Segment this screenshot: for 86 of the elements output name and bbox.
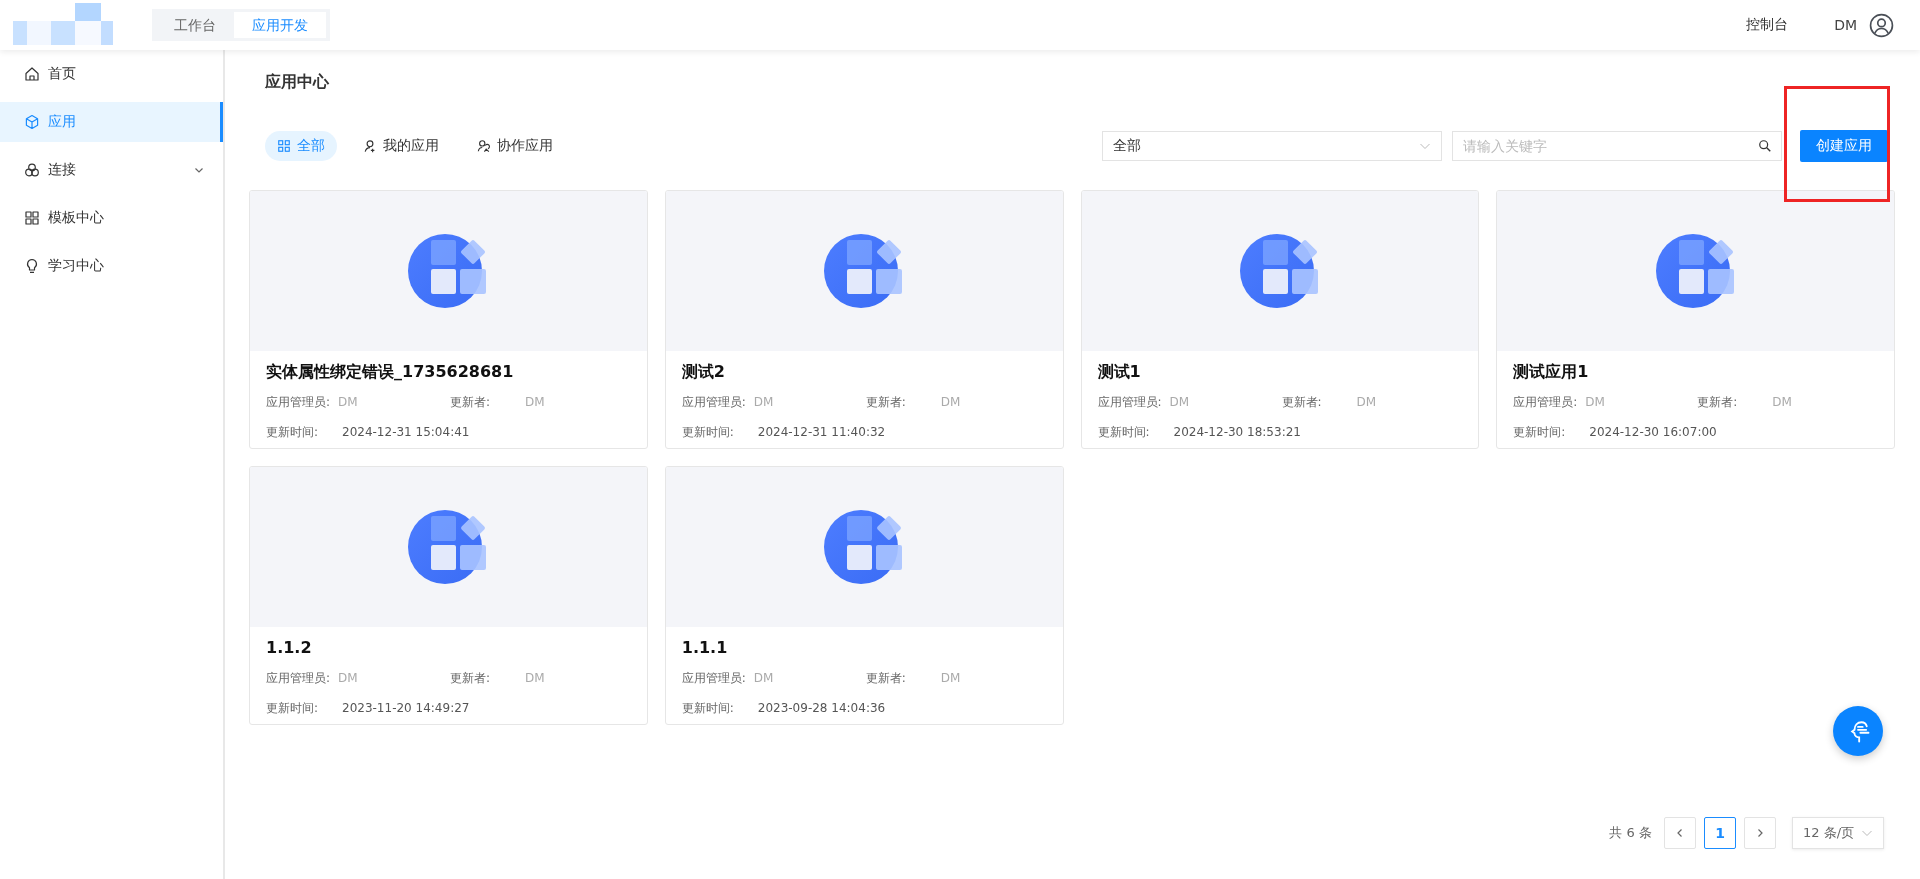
home-icon bbox=[24, 66, 40, 82]
meta-label: 更新者: bbox=[1697, 394, 1739, 411]
meta-label: 更新者: bbox=[865, 670, 907, 687]
update-time: 2023-09-28 14:04:36 bbox=[757, 700, 886, 717]
admin-name: DM bbox=[338, 394, 359, 411]
meta-label: 更新者: bbox=[1281, 394, 1323, 411]
link-rings-icon bbox=[24, 162, 40, 178]
page-size-select[interactable]: 12 条/页 bbox=[1792, 817, 1884, 849]
grid-icon bbox=[24, 210, 40, 226]
sidebar-item-label: 首页 bbox=[48, 65, 76, 83]
sidebar-item-label: 应用 bbox=[48, 113, 76, 131]
meta-label: 更新时间: bbox=[1097, 424, 1151, 441]
total-count: 共 6 条 bbox=[1609, 824, 1652, 842]
updater-name: DM bbox=[1772, 394, 1793, 411]
admin-name: DM bbox=[753, 670, 775, 687]
meta-label: 应用管理员: bbox=[1513, 394, 1579, 411]
meta-label: 更新时间: bbox=[266, 424, 320, 441]
create-app-button[interactable]: 创建应用 bbox=[1800, 130, 1888, 162]
updater-name: DM bbox=[940, 394, 962, 411]
updater-name: DM bbox=[1356, 394, 1378, 411]
meta-label: 应用管理员: bbox=[1097, 394, 1163, 411]
filter-tab[interactable]: 我的应用 bbox=[351, 131, 451, 161]
app-name: 实体属性绑定错误_1735628681 bbox=[266, 361, 515, 383]
admin-name: DM bbox=[1169, 394, 1191, 411]
admin-name: DM bbox=[1585, 394, 1606, 411]
app-icon bbox=[1239, 231, 1320, 311]
update-time: 2024-12-31 15:04:41 bbox=[342, 424, 470, 441]
sidebar-item[interactable]: 模板中心 bbox=[0, 194, 223, 242]
meta-label: 应用管理员: bbox=[266, 394, 332, 411]
app-name: 测试2 bbox=[681, 361, 726, 383]
update-time: 2023-11-20 14:49:27 bbox=[342, 700, 470, 717]
assistant-button[interactable] bbox=[1833, 706, 1883, 756]
search-icon[interactable] bbox=[1758, 139, 1772, 153]
sidebar-item-label: 模板中心 bbox=[48, 209, 104, 227]
nav-tab[interactable]: 工作台 bbox=[156, 12, 234, 38]
app-name: 1.1.1 bbox=[681, 637, 729, 659]
sidebar-item[interactable]: 学习中心 bbox=[0, 242, 223, 290]
lightbulb-icon bbox=[24, 258, 40, 274]
app-card[interactable]: 测试应用1 应用管理员: DM 更新者: DM 更新时间: 2024-12-30 16:07:00 bbox=[1496, 190, 1895, 449]
app-icon bbox=[1655, 231, 1736, 311]
update-time: 2024-12-30 16:07:00 bbox=[1589, 424, 1717, 441]
nav-tab[interactable]: 应用开发 bbox=[234, 12, 326, 38]
meta-label: 更新时间: bbox=[681, 700, 735, 717]
meta-label: 更新者: bbox=[865, 394, 907, 411]
app-icon bbox=[408, 507, 489, 587]
app-name: 1.1.2 bbox=[266, 637, 313, 659]
person-icon bbox=[363, 139, 377, 153]
update-time: 2024-12-31 11:40:32 bbox=[757, 424, 886, 441]
app-icon bbox=[824, 507, 905, 587]
grid-icon bbox=[277, 139, 291, 153]
type-select[interactable]: 全部 bbox=[1102, 131, 1442, 161]
user-avatar-icon[interactable] bbox=[1869, 12, 1894, 38]
app-card[interactable]: 实体属性绑定错误_1735628681 应用管理员: DM 更新者: DM 更新时间: 2024-12-31 15:04:41 bbox=[249, 190, 648, 449]
cube-icon bbox=[24, 114, 40, 130]
app-name: 测试应用1 bbox=[1513, 361, 1590, 383]
sidebar-item-label: 连接 bbox=[48, 161, 76, 179]
page-title: 应用中心 bbox=[265, 72, 330, 92]
meta-label: 更新者: bbox=[450, 670, 492, 687]
app-icon bbox=[408, 231, 489, 311]
meta-label: 应用管理员: bbox=[681, 394, 747, 411]
app-icon bbox=[824, 231, 905, 311]
updater-name: DM bbox=[525, 394, 546, 411]
app-card[interactable]: 1.1.1 应用管理员: DM 更新者: DM 更新时间: 2023-09-28 14:04:36 bbox=[664, 466, 1064, 725]
sidebar-item[interactable]: 连接 bbox=[0, 146, 223, 194]
meta-label: 更新时间: bbox=[266, 700, 320, 717]
meta-label: 更新者: bbox=[450, 394, 492, 411]
update-time: 2024-12-30 18:53:21 bbox=[1173, 424, 1301, 441]
meta-label: 应用管理员: bbox=[681, 670, 747, 687]
app-card[interactable]: 1.1.2 应用管理员: DM 更新者: DM 更新时间: 2023-11-20 14:49:27 bbox=[249, 466, 648, 725]
meta-label: 更新时间: bbox=[1513, 424, 1567, 441]
console-link[interactable]: 控制台 bbox=[1746, 16, 1789, 34]
sidebar-item[interactable]: 首页 bbox=[0, 50, 223, 98]
updater-name: DM bbox=[940, 670, 962, 687]
meta-label: 更新时间: bbox=[681, 424, 735, 441]
app-card[interactable]: 测试1 应用管理员: DM 更新者: DM 更新时间: 2024-12-30 18:53:21 bbox=[1080, 190, 1480, 449]
updater-name: DM bbox=[525, 670, 546, 687]
admin-name: DM bbox=[753, 394, 775, 411]
app-card[interactable]: 测试2 应用管理员: DM 更新者: DM 更新时间: 2024-12-31 11:40:32 bbox=[664, 190, 1064, 449]
people-icon bbox=[477, 139, 491, 153]
search-field[interactable]: 请输入关键字 bbox=[1452, 131, 1782, 161]
filter-tab[interactable]: 协作应用 bbox=[465, 131, 565, 161]
app-name: 测试1 bbox=[1097, 361, 1142, 383]
meta-label: 应用管理员: bbox=[266, 670, 332, 687]
sidebar-item-label: 学习中心 bbox=[48, 257, 104, 275]
admin-name: DM bbox=[338, 670, 359, 687]
user-name: DM bbox=[1834, 17, 1857, 33]
